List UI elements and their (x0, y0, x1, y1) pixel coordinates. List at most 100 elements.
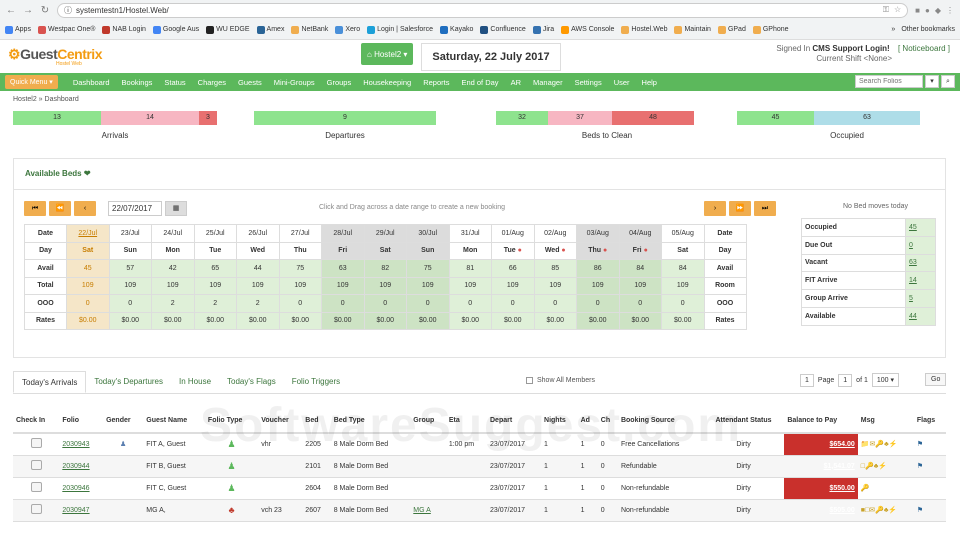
checkbox-icon[interactable] (526, 377, 533, 384)
grid-cell[interactable]: 109 (108, 276, 152, 295)
column-header[interactable]: Ch (597, 405, 618, 434)
grid-cell[interactable]: 24/Jul (151, 224, 195, 243)
grid-cell[interactable]: 81 (448, 259, 492, 278)
hostel-selector[interactable]: ⌂ Hostel2 ▾ (361, 43, 414, 65)
balance-link[interactable]: $654.00 (784, 433, 858, 456)
next-day-icon[interactable]: › (704, 201, 726, 216)
menu-item-manager[interactable]: Manager (528, 75, 568, 90)
column-header[interactable]: Gender (103, 405, 144, 434)
grid-cell[interactable]: Thu (278, 241, 322, 260)
bookmark-item[interactable]: GPhone (752, 25, 789, 34)
column-header[interactable]: Bed Type (330, 405, 411, 434)
grid-cell[interactable]: Tue (193, 241, 237, 260)
grid-cell[interactable]: 109 (448, 276, 492, 295)
balance-link[interactable]: $550.00 (784, 477, 858, 500)
flag-icon[interactable]: ⚑ (917, 507, 923, 514)
grid-cell[interactable]: 02/Aug (533, 224, 577, 243)
grid-cell[interactable]: $0.00 (661, 311, 705, 330)
back-icon[interactable]: ← (6, 5, 16, 16)
column-header[interactable]: Booking Source (617, 405, 703, 434)
grid-cell[interactable]: 66 (491, 259, 535, 278)
forward-icon[interactable]: → (23, 5, 33, 16)
flag-icon[interactable]: ⚑ (917, 441, 923, 448)
grid-cell[interactable]: Thu ● (576, 241, 620, 260)
column-header[interactable]: Ad (577, 405, 598, 434)
bookmark-item[interactable]: NAB Login (102, 25, 146, 34)
bookmark-item[interactable]: WU EDGE (206, 25, 250, 34)
column-header[interactable]: Voucher (258, 405, 303, 434)
grid-cell[interactable]: 2 (193, 294, 237, 313)
last-page-icon[interactable]: ⏭ (754, 201, 776, 216)
grid-cell[interactable]: $0.00 (108, 311, 152, 330)
grid-cell[interactable]: $0.00 (193, 311, 237, 330)
grid-cell[interactable]: 109 (618, 276, 662, 295)
folio-link[interactable]: 2030944 (62, 463, 89, 470)
grid-cell[interactable]: 04/Aug (618, 224, 662, 243)
grid-cell[interactable]: Sat (66, 241, 110, 260)
column-header[interactable]: Nights (541, 405, 578, 434)
bookmark-item[interactable]: Apps (5, 25, 31, 34)
bookmark-item[interactable]: Amex (256, 25, 284, 34)
grid-cell[interactable]: $0.00 (618, 311, 662, 330)
grid-cell[interactable]: 63 (321, 259, 365, 278)
beds-to-clean-bar[interactable]: 32 37 48 (496, 111, 694, 125)
prev-day-icon[interactable]: ‹ (74, 201, 96, 216)
menu-item-charges[interactable]: Charges (193, 75, 231, 90)
column-header[interactable]: Flags (913, 405, 946, 434)
menu-item-mini-groups[interactable]: Mini-Groups (269, 75, 320, 90)
message-icon[interactable]: ■□✉🔑♣⚡ (861, 507, 897, 514)
date-field[interactable]: 22/07/2017 (108, 201, 162, 216)
grid-cell[interactable]: 0 (661, 294, 705, 313)
checkin-button-icon[interactable] (30, 460, 42, 470)
logo[interactable]: ⚙GuestCentrix Hostel Web (8, 46, 128, 67)
column-header[interactable]: Guest Name (143, 405, 205, 434)
menu-item-reports[interactable]: Reports (418, 75, 454, 90)
column-header[interactable]: Folio (59, 405, 104, 434)
extension-icon[interactable]: ■ (915, 6, 920, 15)
reload-icon[interactable]: ↻ (40, 5, 50, 16)
grid-cell[interactable]: 0 (491, 294, 535, 313)
column-header[interactable]: Balance to Pay (784, 405, 858, 434)
table-row[interactable]: 2030943 ♟ FIT A, Guest ♟ vhr 2205 8 Male Dorm … (13, 433, 946, 456)
grid-cell[interactable]: 26/Jul (236, 224, 280, 243)
menu-item-user[interactable]: User (609, 75, 635, 90)
column-header[interactable]: Depart (487, 405, 542, 434)
grid-cell[interactable]: 109 (661, 276, 705, 295)
column-header[interactable]: Bed (302, 405, 331, 434)
summary-value-link[interactable]: 45 (905, 218, 936, 237)
grid-cell[interactable]: Sat (363, 241, 407, 260)
grid-cell[interactable]: Sun (406, 241, 450, 260)
column-header[interactable]: Group (410, 405, 446, 434)
grid-cell[interactable]: 0 (108, 294, 152, 313)
flag-icon[interactable]: ⚑ (917, 463, 923, 470)
grid-cell[interactable]: 0 (278, 294, 322, 313)
grid-cell[interactable]: 109 (363, 276, 407, 295)
menu-icon[interactable]: ⋮ (946, 6, 954, 15)
grid-cell[interactable]: 0 (576, 294, 620, 313)
grid-cell[interactable]: 25/Jul (193, 224, 237, 243)
grid-cell[interactable]: 86 (576, 259, 620, 278)
grid-cell[interactable]: 109 (321, 276, 365, 295)
summary-value-link[interactable]: 44 (905, 306, 936, 326)
grid-cell[interactable]: 85 (533, 259, 577, 278)
available-beds-toggle[interactable]: Available Beds ❤ (25, 169, 91, 178)
extension-icon[interactable]: ◆ (935, 6, 941, 15)
occupied-bar[interactable]: 45 63 (737, 111, 920, 125)
grid-cell[interactable]: 109 (193, 276, 237, 295)
checkin-button-icon[interactable] (30, 504, 42, 514)
tab-today-s-flags[interactable]: Today's Flags (219, 371, 284, 393)
grid-cell[interactable]: 75 (278, 259, 322, 278)
search-dropdown-button[interactable]: ▾ (925, 75, 939, 88)
menu-item-dashboard[interactable]: Dashboard (68, 75, 115, 90)
column-header[interactable]: Attendant Status (702, 405, 785, 434)
menu-item-settings[interactable]: Settings (570, 75, 607, 90)
quick-menu-button[interactable]: Quick Menu ▾ (5, 75, 58, 89)
message-icon[interactable]: 🔑 (861, 485, 870, 492)
grid-cell[interactable]: $0.00 (278, 311, 322, 330)
grid-cell[interactable]: $0.00 (448, 311, 492, 330)
grid-cell[interactable]: 75 (406, 259, 450, 278)
bookmark-item[interactable]: Google Aus (152, 25, 199, 34)
grid-cell[interactable]: $0.00 (321, 311, 365, 330)
bookmark-item[interactable]: Jira (532, 25, 554, 34)
table-row[interactable]: 2030946 FIT C, Guest ♟ 2604 8 Male Dorm Bed 2… (13, 477, 946, 500)
